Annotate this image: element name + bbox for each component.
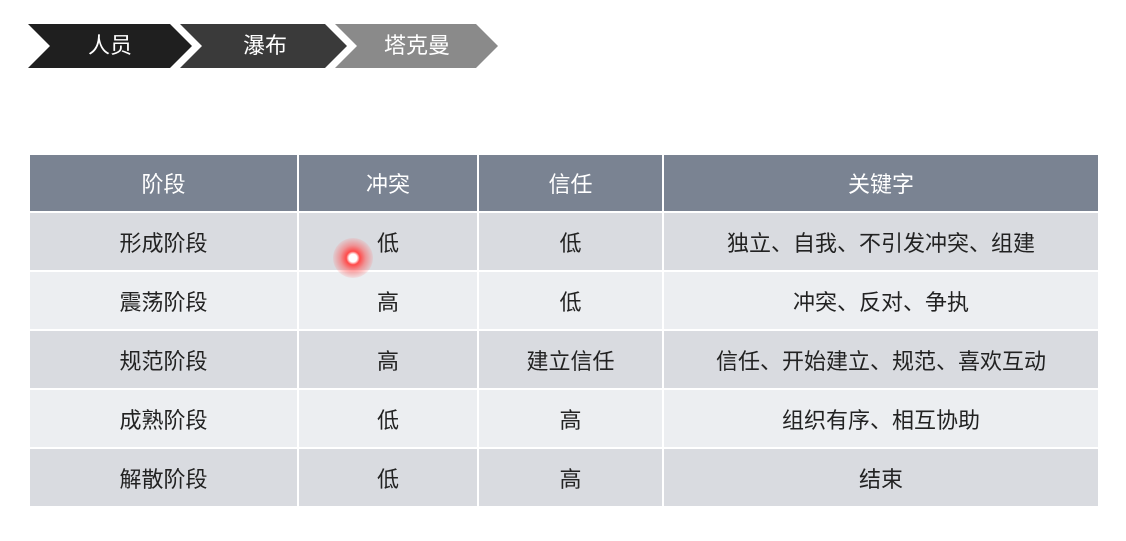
cell-stage: 形成阶段 (30, 211, 299, 270)
cell-conflict: 低 (299, 388, 479, 447)
cell-keywords: 信任、开始建立、规范、喜欢互动 (664, 329, 1098, 388)
table-row: 解散阶段 低 高 结束 (30, 447, 1098, 506)
cell-keywords: 组织有序、相互协助 (664, 388, 1098, 447)
cell-conflict: 高 (299, 329, 479, 388)
table-header-row: 阶段 冲突 信任 关键字 (30, 155, 1098, 211)
cell-stage: 解散阶段 (30, 447, 299, 506)
cell-keywords: 结束 (664, 447, 1098, 506)
cell-keywords: 冲突、反对、争执 (664, 270, 1098, 329)
cell-conflict: 低 (299, 447, 479, 506)
cell-trust: 低 (479, 211, 664, 270)
cell-stage: 震荡阶段 (30, 270, 299, 329)
cell-stage: 成熟阶段 (30, 388, 299, 447)
breadcrumb-item-tuckman[interactable]: 塔克曼 (362, 30, 472, 64)
cell-trust: 低 (479, 270, 664, 329)
table-row: 成熟阶段 低 高 组织有序、相互协助 (30, 388, 1098, 447)
table-row: 震荡阶段 高 低 冲突、反对、争执 (30, 270, 1098, 329)
breadcrumb-item-people[interactable]: 人员 (60, 30, 160, 64)
breadcrumb-item-waterfall[interactable]: 瀑布 (210, 30, 320, 64)
cell-trust: 高 (479, 447, 664, 506)
tuckman-stages-table: 阶段 冲突 信任 关键字 形成阶段 低 低 独立、自我、不引发冲突、组建 震荡阶… (30, 155, 1098, 506)
header-conflict: 冲突 (299, 155, 479, 211)
header-keywords: 关键字 (664, 155, 1098, 211)
table-row: 形成阶段 低 低 独立、自我、不引发冲突、组建 (30, 211, 1098, 270)
breadcrumb: 人员 瀑布 塔克曼 (0, 0, 520, 90)
table-row: 规范阶段 高 建立信任 信任、开始建立、规范、喜欢互动 (30, 329, 1098, 388)
cell-conflict: 高 (299, 270, 479, 329)
cell-keywords: 独立、自我、不引发冲突、组建 (664, 211, 1098, 270)
cell-stage: 规范阶段 (30, 329, 299, 388)
header-stage: 阶段 (30, 155, 299, 211)
header-trust: 信任 (479, 155, 664, 211)
cell-conflict: 低 (299, 211, 479, 270)
cell-trust: 高 (479, 388, 664, 447)
cell-trust: 建立信任 (479, 329, 664, 388)
